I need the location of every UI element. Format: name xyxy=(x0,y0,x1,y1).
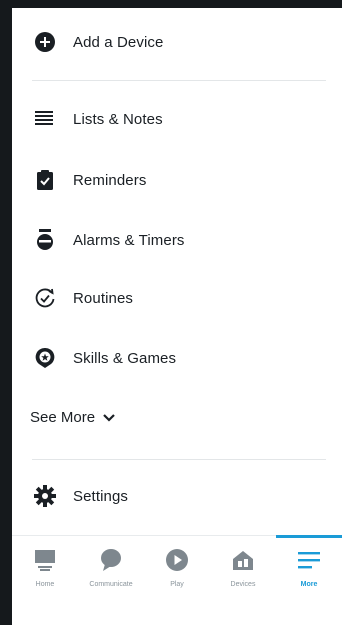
clipboard-check-icon xyxy=(34,169,56,191)
reminders-label: Reminders xyxy=(73,171,147,189)
settings-item[interactable]: Settings xyxy=(12,474,342,518)
plus-circle-icon xyxy=(34,31,56,53)
active-indicator xyxy=(276,535,342,538)
add-device-label: Add a Device xyxy=(73,33,164,51)
chat-bubble-icon xyxy=(98,547,124,573)
alarms-timers-item[interactable]: Alarms & Timers xyxy=(12,218,342,262)
see-more-toggle[interactable]: See More xyxy=(30,405,115,429)
reminders-item[interactable]: Reminders xyxy=(12,158,342,202)
lists-notes-label: Lists & Notes xyxy=(73,110,163,128)
nav-play-label: Play xyxy=(170,581,184,588)
settings-label: Settings xyxy=(73,487,128,505)
bottom-blank-area xyxy=(12,595,342,625)
nav-communicate-label: Communicate xyxy=(89,581,133,588)
gear-icon xyxy=(34,485,56,507)
see-more-label: See More xyxy=(30,408,96,426)
divider xyxy=(32,80,326,81)
nav-communicate[interactable]: Communicate xyxy=(78,535,144,595)
alarms-timers-label: Alarms & Timers xyxy=(73,231,185,249)
routines-label: Routines xyxy=(73,289,134,307)
routines-item[interactable]: Routines xyxy=(12,276,342,320)
chevron-down-icon xyxy=(95,409,115,426)
skills-games-item[interactable]: Skills & Games xyxy=(12,336,342,380)
nav-more-label: More xyxy=(300,581,318,588)
list-icon xyxy=(34,108,56,130)
hamburger-menu-icon xyxy=(296,547,322,573)
alarm-clock-icon xyxy=(34,229,56,251)
nav-devices[interactable]: Devices xyxy=(210,535,276,595)
lists-notes-item[interactable]: Lists & Notes xyxy=(12,97,342,141)
more-menu-panel: Add a Device Lists & Notes Reminders Ala… xyxy=(12,8,342,625)
devices-house-icon xyxy=(230,547,256,573)
routines-check-icon xyxy=(34,287,56,309)
play-icon xyxy=(164,547,190,573)
nav-home[interactable]: Home xyxy=(12,535,78,595)
bottom-nav-bar: Home Communicate Play Devices More xyxy=(12,535,342,595)
add-device-item[interactable]: Add a Device xyxy=(12,20,342,64)
skills-games-label: Skills & Games xyxy=(73,349,177,367)
nav-more[interactable]: More xyxy=(276,535,342,595)
nav-devices-label: Devices xyxy=(230,581,256,588)
divider xyxy=(32,459,326,460)
skills-star-icon xyxy=(34,347,56,369)
nav-play[interactable]: Play xyxy=(144,535,210,595)
home-icon xyxy=(32,547,58,573)
nav-home-label: Home xyxy=(35,581,55,588)
